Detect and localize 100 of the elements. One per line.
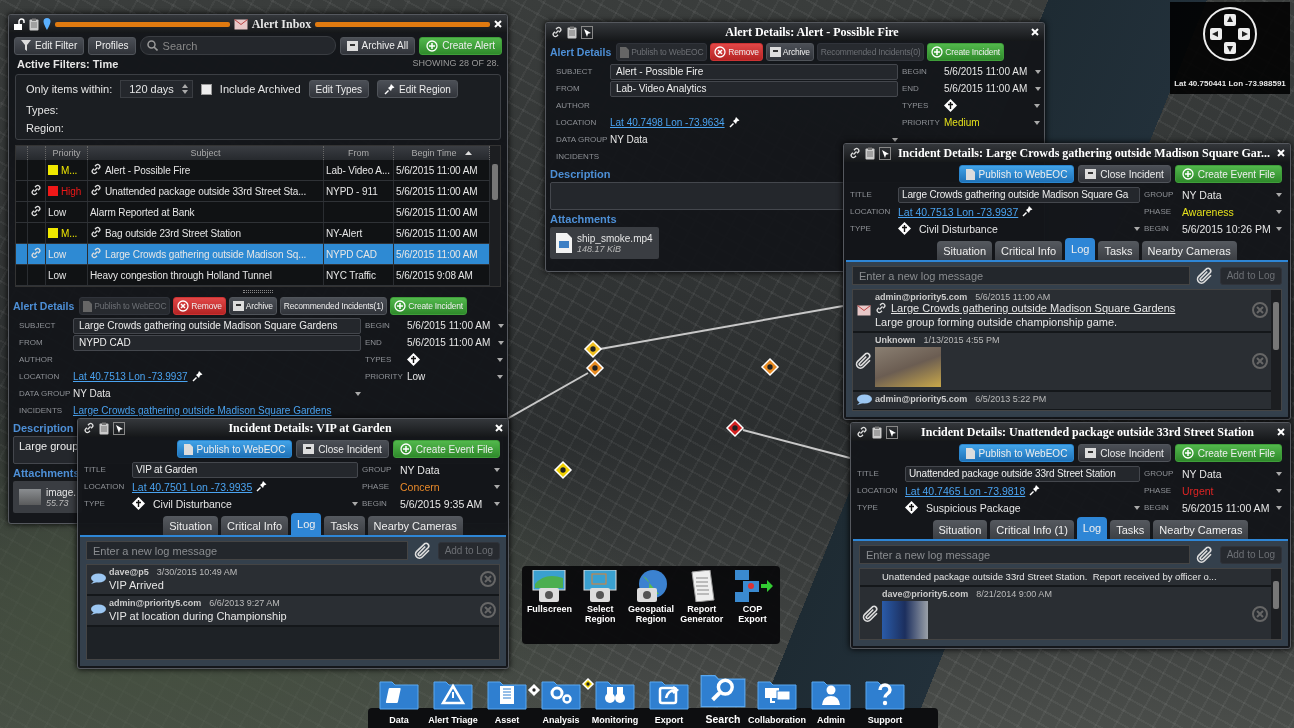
dropdown-value[interactable]: NY Data (1182, 467, 1272, 480)
close-icon[interactable] (1277, 428, 1285, 436)
tab[interactable]: Situation (937, 241, 993, 260)
title-field[interactable]: Unattended package outside 33rd Street Station (905, 465, 1140, 482)
close-incident-button[interactable]: Close Incident (1078, 165, 1171, 183)
dropdown-value[interactable]: NY Data (400, 463, 490, 476)
map-marker-icon[interactable] (553, 460, 573, 480)
close-icon[interactable] (1277, 149, 1285, 157)
link-icon[interactable] (83, 422, 95, 434)
delete-icon[interactable] (480, 571, 496, 587)
location-link[interactable]: Lat 40.7465 Lon -73.9818 (905, 484, 1026, 497)
dropdown-caret-icon[interactable] (355, 391, 361, 396)
tab[interactable]: Situation (163, 516, 219, 535)
delete-icon[interactable] (1252, 606, 1268, 622)
tab[interactable]: Tasks (324, 516, 365, 535)
table-row[interactable]: Low Heavy congestion through Holland Tunnel NYC Traffic 5/6/2015 9:08 AM (16, 265, 490, 286)
tool-button[interactable]: Fullscreen (526, 570, 573, 615)
tab[interactable]: Nearby Cameras (367, 516, 463, 535)
dropdown-caret-icon[interactable] (494, 501, 500, 506)
map-marker-icon[interactable] (725, 418, 745, 438)
dropdown-caret-icon[interactable] (1134, 226, 1140, 231)
clipboard-icon[interactable] (99, 421, 109, 435)
tab[interactable]: Log (1076, 517, 1108, 539)
scrollbar[interactable] (490, 146, 500, 286)
map-marker-icon[interactable] (585, 358, 605, 378)
dropdown-caret-icon[interactable] (497, 357, 503, 362)
remove-button[interactable]: Remove (710, 43, 763, 61)
text-field[interactable]: Lab- Video Analytics (610, 80, 898, 97)
tab[interactable]: Critical Info (221, 516, 289, 535)
dropdown-caret-icon[interactable] (352, 501, 358, 506)
dropdown-value[interactable]: Concern (400, 480, 490, 493)
incident-link[interactable]: Large Crowds gathering outside Madison Square Gardens (73, 405, 332, 416)
photo-placeholder[interactable] (882, 601, 928, 639)
delete-icon[interactable] (1252, 353, 1268, 369)
log-message-field[interactable]: Enter a new log message (86, 541, 408, 560)
dropdown-value[interactable]: 5/6/2015 11:00 AM (944, 83, 1028, 94)
dock-button[interactable]: Search (698, 671, 748, 728)
map-marker-icon[interactable] (527, 683, 541, 697)
alert-link[interactable]: Large Crowds gathering outside Madison Square Gardens (891, 302, 1176, 314)
dock-button[interactable]: Support (860, 678, 910, 728)
archive-button[interactable]: Archive (765, 43, 814, 61)
dropdown-caret-icon[interactable] (1276, 471, 1282, 476)
pushpin-icon[interactable] (1022, 206, 1034, 217)
spinner-arrows-icon[interactable] (181, 84, 188, 94)
dropdown-caret-icon[interactable] (1276, 226, 1282, 231)
attachment-tile[interactable]: ship_smoke.mp4 148.17 KiB (550, 227, 659, 259)
dropdown-value[interactable]: Medium (944, 117, 980, 128)
text-field[interactable]: NYPD CAD (73, 334, 361, 351)
map-pin-icon[interactable] (43, 18, 51, 30)
dropdown-caret-icon[interactable] (1276, 488, 1282, 493)
unlocked-padlock-icon[interactable] (14, 18, 25, 30)
dropdown-value[interactable]: 5/6/2015 11:00 AM (407, 337, 491, 348)
text-field[interactable]: Alert - Possible Fire (610, 63, 898, 80)
tool-button[interactable]: Geospatial Region (627, 570, 675, 625)
dropdown-caret-icon[interactable] (1035, 69, 1042, 74)
scrollbar[interactable] (1271, 290, 1281, 410)
dropdown-value[interactable]: NY Data (610, 134, 648, 145)
tab[interactable]: Critical Info (1) (990, 520, 1074, 539)
dropdown-value[interactable]: Civil Disturbance (919, 222, 998, 235)
dropdown-value[interactable]: Civil Disturbance (153, 497, 232, 510)
archive-all-button[interactable]: Archive All (339, 36, 416, 55)
tab[interactable]: Tasks (1110, 520, 1151, 539)
tab[interactable]: Situation (932, 520, 988, 539)
log-message-field[interactable]: Enter a new log message (859, 545, 1190, 564)
edit-types-button[interactable]: Edit Types (308, 80, 370, 98)
tab[interactable]: Critical Info (995, 241, 1063, 260)
profiles-button[interactable]: Profiles (88, 36, 136, 55)
search-field[interactable]: Search (139, 36, 336, 55)
dock-button[interactable]: Analysis (536, 678, 586, 728)
dropdown-caret-icon[interactable] (1276, 505, 1282, 510)
checkbox[interactable] (200, 83, 212, 95)
pushpin-icon[interactable] (728, 117, 740, 128)
title-field[interactable]: Large Crowds gathering outside Madison Square Ga (898, 186, 1140, 203)
pushpin-icon[interactable] (1029, 485, 1041, 496)
dropdown-caret-icon[interactable] (498, 340, 505, 345)
table-row[interactable]: Low Alarm Reported at Bank 5/6/2015 11:00 AM (16, 202, 490, 223)
link-icon[interactable] (849, 147, 861, 159)
dock-button[interactable]: Monitoring (590, 678, 640, 728)
dock-button[interactable]: Data (374, 678, 424, 728)
close-icon[interactable] (1031, 28, 1039, 36)
text-field[interactable]: Large Crowds gathering outside Madison Square Gardens (73, 317, 361, 334)
edit-region-button[interactable]: Edit Region (377, 80, 458, 98)
remove-button[interactable]: Remove (173, 297, 226, 315)
delete-icon[interactable] (480, 602, 496, 618)
edit-filter-button[interactable]: Edit Filter (14, 36, 85, 55)
dropdown-caret-icon[interactable] (497, 374, 503, 379)
dropdown-value[interactable]: 5/6/2015 9:35 AM (400, 497, 490, 510)
dock-button[interactable]: Admin (806, 678, 856, 728)
title-field[interactable]: VIP at Garden (132, 461, 358, 478)
dropdown-value[interactable]: Suspicious Package (926, 501, 1021, 514)
clipboard-icon[interactable] (29, 17, 39, 31)
cursor-icon[interactable] (886, 425, 898, 439)
column-header[interactable]: Begin Time (411, 148, 457, 158)
clipboard-icon[interactable] (865, 146, 875, 160)
dropdown-caret-icon[interactable] (1034, 120, 1040, 125)
close-icon[interactable] (495, 424, 503, 432)
tool-button[interactable]: Report Generator (678, 570, 726, 625)
dock-button[interactable]: Alert Triage (428, 678, 478, 728)
location-link[interactable]: Lat 40.7513 Lon -73.9937 (73, 371, 188, 382)
dropdown-caret-icon[interactable] (1276, 209, 1282, 214)
